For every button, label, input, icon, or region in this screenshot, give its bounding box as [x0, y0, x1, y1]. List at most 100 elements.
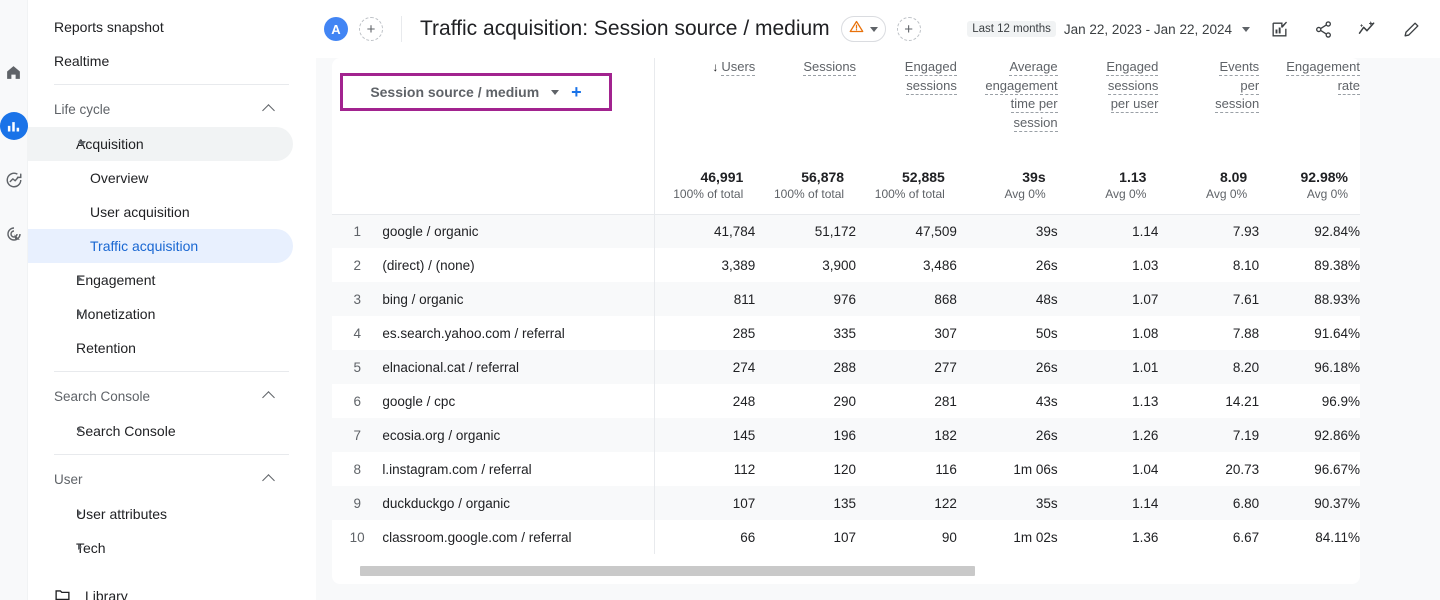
row-metric-value: 26s — [1035, 427, 1058, 443]
sidebar-item-search-console[interactable]: Search Console — [28, 414, 293, 448]
table-row[interactable]: 2 (direct) / (none) 3,389 3,900 3,486 26s 1.03… — [332, 248, 1360, 282]
column-header-label: session — [1013, 114, 1058, 132]
row-dimension[interactable]: elnacional.cat / referral — [382, 350, 656, 384]
sidebar-item-tech[interactable]: Tech — [28, 531, 293, 565]
scrollbar-thumb[interactable] — [360, 566, 976, 576]
compare-report-icon[interactable] — [1264, 14, 1294, 44]
chevron-right-icon[interactable] — [78, 276, 82, 282]
sidebar-section-search-console[interactable]: Search Console — [28, 378, 315, 414]
add-filter-button[interactable]: + — [896, 17, 921, 41]
row-dimension[interactable]: (direct) / (none) — [382, 248, 656, 282]
sidebar-item-realtime[interactable]: Realtime — [28, 44, 293, 78]
row-dimension[interactable]: bing / organic — [382, 282, 656, 316]
sidebar-item-user-attributes[interactable]: User attributes — [28, 497, 293, 531]
column-header-events-per-session[interactable]: Events per session — [1158, 58, 1260, 158]
home-icon[interactable] — [0, 58, 28, 86]
explore-icon[interactable] — [0, 166, 28, 194]
advertising-icon[interactable] — [0, 220, 28, 248]
edit-pencil-icon[interactable] — [1396, 14, 1426, 44]
row-metric-value: 277 — [934, 359, 957, 375]
table-row[interactable]: 7 ecosia.org / organic 145 196 182 26s 1.26 7.1… — [332, 418, 1360, 452]
sidebar-item-overview[interactable]: Overview — [28, 161, 293, 195]
summary-value: 56,878 — [801, 169, 845, 186]
share-icon[interactable] — [1308, 14, 1338, 44]
chevron-right-icon[interactable] — [78, 427, 82, 433]
sidebar-item-monetization[interactable]: Monetization — [28, 297, 293, 331]
table-row[interactable]: 6 google / cpc 248 290 281 43s 1.13 14.21 96.9% — [332, 384, 1360, 418]
row-dimension[interactable]: google / organic — [382, 214, 656, 248]
add-comparison-button[interactable]: + — [359, 17, 383, 41]
table-row[interactable]: 4 es.search.yahoo.com / referral 285 335 307… — [332, 316, 1360, 350]
row-metric-value: 7.88 — [1232, 325, 1260, 341]
summary-cell: 1.13 Avg 0% — [1057, 158, 1159, 215]
sidebar-section-user[interactable]: User — [28, 461, 315, 497]
chevron-down-icon[interactable] — [78, 141, 86, 146]
column-header-sessions[interactable]: Sessions — [755, 58, 857, 158]
row-dimension[interactable]: ecosia.org / organic — [382, 418, 656, 452]
sidebar-nav: Reports snapshot Realtime Life cycle Acq… — [28, 0, 316, 600]
row-dimension[interactable]: classroom.google.com / referral — [382, 520, 656, 554]
row-metric-value: 182 — [934, 427, 957, 443]
sidebar-item-retention[interactable]: Retention — [28, 331, 293, 365]
table-row[interactable]: 1 google / organic 41,784 51,172 47,509 39s 1.… — [332, 214, 1360, 248]
sidebar-item-reports-snapshot[interactable]: Reports snapshot — [28, 10, 293, 44]
sidebar-item-label: Search Console — [76, 423, 176, 439]
date-range-selector[interactable]: Last 12 months Jan 22, 2023 - Jan 22, 20… — [967, 21, 1250, 37]
dimension-selector[interactable]: Session source / medium + — [340, 73, 612, 111]
avatar[interactable]: A — [324, 17, 348, 41]
data-warning-chip[interactable] — [840, 16, 886, 42]
sidebar-item-traffic-acquisition[interactable]: Traffic acquisition — [28, 229, 293, 263]
row-index: 7 — [353, 427, 361, 443]
row-metric-value: 7.19 — [1232, 427, 1260, 443]
table-row[interactable]: 8 l.instagram.com / referral 112 120 116 1m 0… — [332, 452, 1360, 486]
reports-icon[interactable] — [0, 112, 28, 140]
summary-row: 46,991 100% of total 56,878 100% of tota… — [332, 158, 1360, 215]
table-row[interactable]: 9 duckduckgo / organic 107 135 122 35s 1.14 6.8… — [332, 486, 1360, 520]
sidebar-item-user-acquisition[interactable]: User acquisition — [28, 195, 293, 229]
sort-desc-icon: ↓ — [712, 60, 719, 74]
table-row[interactable]: 10 classroom.google.com / referral 66 107 90… — [332, 520, 1360, 554]
sidebar-item-engagement[interactable]: Engagement — [28, 263, 293, 297]
sidebar-section-label: Search Console — [54, 388, 151, 404]
row-dimension[interactable]: l.instagram.com / referral — [382, 452, 656, 486]
column-header-avg-engagement-time[interactable]: Average engagement time per session — [957, 58, 1058, 158]
insights-icon[interactable] — [1352, 14, 1382, 44]
sidebar-item-acquisition[interactable]: Acquisition — [28, 127, 293, 161]
row-metric-value: 274 — [732, 359, 756, 375]
column-header-engaged-sessions-per-user[interactable]: Engaged sessions per user — [1058, 58, 1159, 158]
sidebar-row: Acquisition — [28, 127, 315, 161]
summary-cell: 8.09 Avg 0% — [1158, 158, 1260, 215]
dimension-selector-label: Session source / medium — [370, 84, 540, 100]
table-row[interactable]: 3 bing / organic 811 976 868 48s 1.07 7.61 88.93… — [332, 282, 1360, 316]
table-row[interactable]: 5 elnacional.cat / referral 274 288 277 26s 1.… — [332, 350, 1360, 384]
column-header-engaged-sessions[interactable]: Engaged sessions — [856, 58, 957, 158]
sidebar-item-library[interactable]: Library — [28, 579, 315, 600]
chevron-right-icon[interactable] — [78, 544, 82, 550]
row-metric-value: 92.84% — [1314, 223, 1360, 239]
horizontal-scrollbar[interactable] — [360, 566, 1352, 576]
sidebar-section-life-cycle[interactable]: Life cycle — [28, 91, 315, 127]
row-metric-value: 135 — [833, 495, 857, 511]
row-metric-value: 1.26 — [1132, 427, 1159, 443]
row-index: 5 — [353, 359, 361, 375]
row-metric-value: 811 — [733, 291, 756, 307]
row-metric-value: 90.37% — [1314, 495, 1360, 511]
row-metric-value: 112 — [733, 461, 756, 477]
sidebar-item-label: User acquisition — [90, 204, 190, 220]
chevron-right-icon[interactable] — [78, 510, 82, 516]
add-dimension-icon[interactable]: + — [571, 83, 582, 101]
row-dimension[interactable]: es.search.yahoo.com / referral — [382, 316, 656, 350]
row-dimension[interactable]: duckduckgo / organic — [382, 486, 656, 520]
sidebar-item-label: Monetization — [76, 306, 156, 322]
sidebar-item-label: Reports snapshot — [54, 19, 164, 35]
column-header-users[interactable]: ↓ Users — [655, 58, 756, 158]
column-header-engagement-rate[interactable]: Engagement rate — [1259, 58, 1360, 158]
column-header-label: Average — [1009, 59, 1058, 76]
row-metric-value: 96.9% — [1321, 393, 1360, 409]
summary-subtext: Avg 0% — [1105, 187, 1147, 202]
sidebar-item-label: Library — [85, 588, 128, 600]
row-metric-value: 1.07 — [1132, 291, 1159, 307]
chevron-right-icon[interactable] — [78, 310, 82, 316]
row-dimension[interactable]: google / cpc — [382, 384, 656, 418]
row-metric-value: 1.08 — [1132, 325, 1159, 341]
